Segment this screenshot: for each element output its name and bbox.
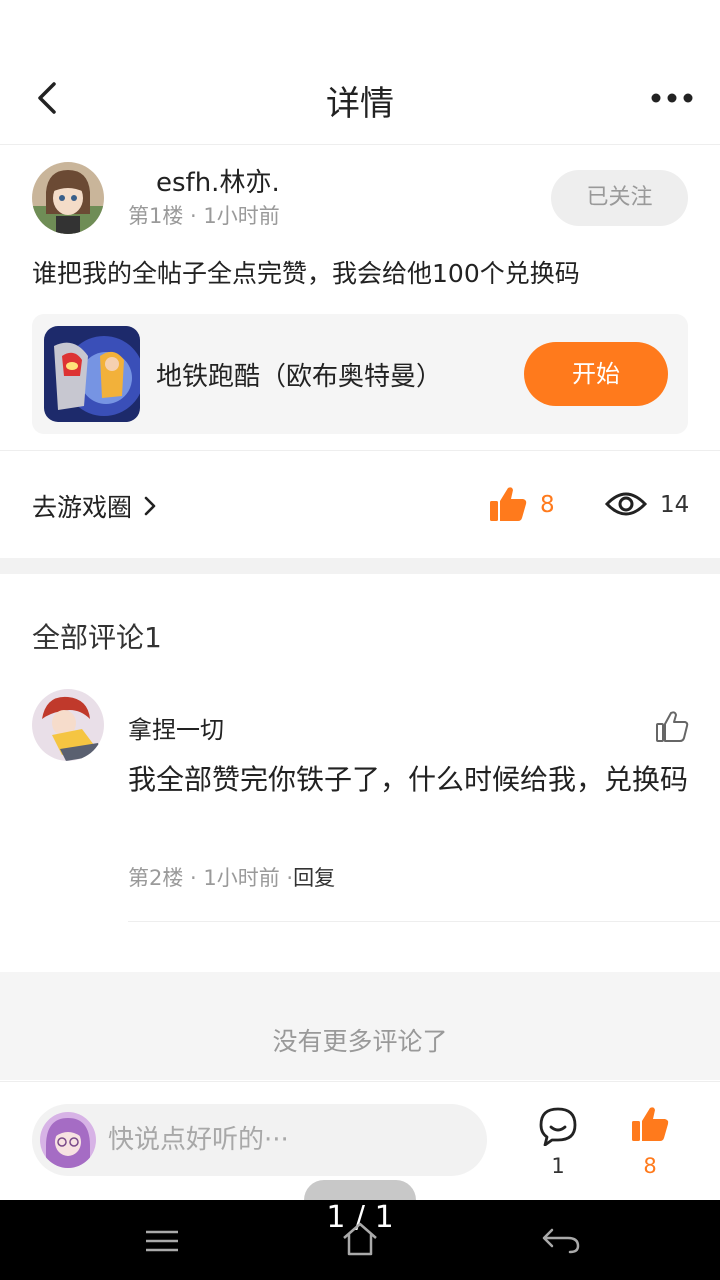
reply-link[interactable]: 回复 [293, 866, 335, 890]
bottom-like-count: 8 [643, 1154, 657, 1178]
top-bar: 详情 [0, 50, 720, 145]
comment-text: 我全部赞完你铁子了，什么时候给我，兑换码 [128, 763, 689, 796]
section-separator [0, 558, 720, 574]
thumbs-up-icon[interactable] [488, 484, 528, 524]
page-title: 详情 [326, 84, 394, 124]
game-card[interactable]: 地铁跑酷（欧布奥特曼） 开始 [32, 314, 688, 434]
no-more-comments-text: 没有更多评论了 [272, 1027, 448, 1056]
comment-meta: 第2楼 · 1小时前 ·回复 [128, 862, 335, 892]
chevron-right-icon [144, 496, 156, 516]
comment-input[interactable] [108, 1118, 468, 1162]
comment-input-container[interactable] [32, 1104, 487, 1176]
comment-meta-text: 第2楼 · 1小时前 · [128, 866, 294, 890]
menu-icon[interactable] [142, 1226, 182, 1256]
game-title: 地铁跑酷（欧布奥特曼） [156, 362, 443, 392]
go-to-game-circle-label: 去游戏圈 [32, 493, 133, 522]
start-game-button[interactable]: 开始 [524, 342, 668, 406]
comments-heading: 全部评论1 [32, 621, 162, 654]
go-to-game-circle-link[interactable]: 去游戏圈 [32, 488, 158, 524]
divider [128, 921, 720, 922]
commenter-avatar[interactable] [32, 689, 104, 761]
post-body: 谁把我的全帖子全点完赞，我会给他100个兑换码 [32, 259, 580, 288]
my-avatar [40, 1112, 96, 1168]
back-icon[interactable] [540, 1224, 582, 1256]
author-avatar[interactable] [32, 162, 104, 234]
divider [0, 450, 720, 451]
game-icon [44, 326, 140, 422]
thumbs-up-icon[interactable] [630, 1104, 670, 1144]
view-count: 14 [660, 492, 690, 518]
eye-icon [604, 492, 648, 516]
comment-count: 1 [551, 1154, 565, 1178]
comment-like-icon[interactable] [654, 708, 690, 744]
system-navigation-bar: 1 / 1 [0, 1200, 720, 1280]
post-meta: 第1楼 · 1小时前 [128, 204, 280, 228]
commenter-name[interactable]: 拿捏一切 [128, 710, 224, 745]
comment-bubble-icon[interactable] [538, 1106, 578, 1146]
follow-button[interactable]: 已关注 [551, 170, 688, 226]
home-icon[interactable] [340, 1220, 380, 1260]
like-count: 8 [540, 492, 555, 518]
author-name[interactable]: esfh.林亦. [156, 162, 280, 199]
more-options-icon[interactable] [644, 82, 700, 114]
